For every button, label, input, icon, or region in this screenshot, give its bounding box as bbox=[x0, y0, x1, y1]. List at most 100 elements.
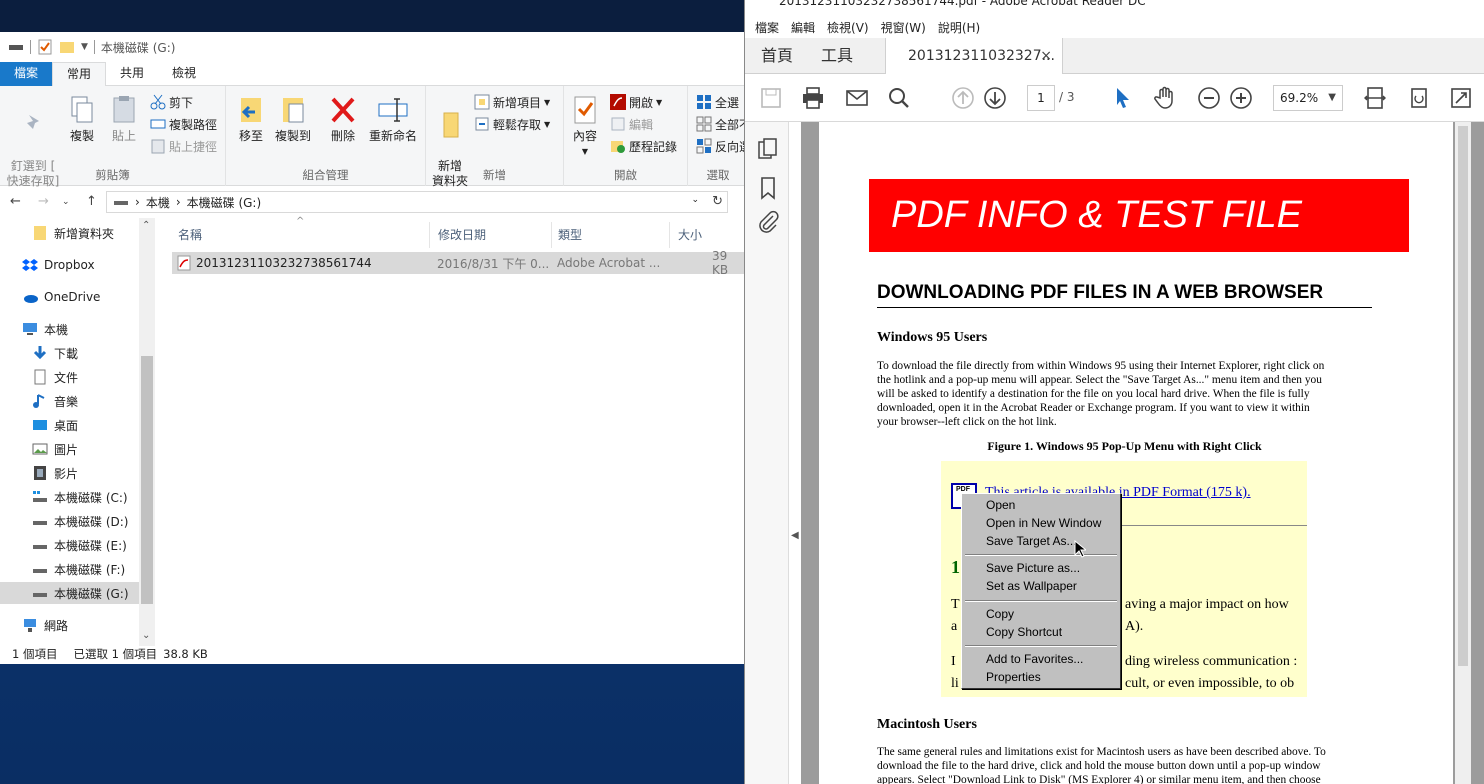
scroll-up-icon[interactable]: ⌃ bbox=[142, 220, 150, 231]
nav-item-music[interactable]: 音樂 bbox=[0, 390, 139, 412]
properties-button[interactable]: 內容 ▼ bbox=[568, 94, 602, 159]
menu-file[interactable]: 檔案 bbox=[755, 19, 779, 36]
tab-view[interactable]: 檢視 bbox=[158, 62, 210, 86]
next-page-icon[interactable] bbox=[983, 86, 1007, 110]
column-header-size[interactable]: 大小 bbox=[672, 222, 744, 248]
copy-button[interactable]: 複製 bbox=[64, 94, 100, 144]
document-scrollbar[interactable] bbox=[1455, 122, 1471, 784]
document-view: PDF INFO & TEST FILE DOWNLOADING PDF FIL… bbox=[801, 122, 1484, 784]
tab-tools[interactable]: 工具 bbox=[821, 38, 853, 74]
close-tab-icon[interactable]: × bbox=[1040, 38, 1052, 74]
column-header-name[interactable]: 名稱 bbox=[172, 222, 430, 248]
delete-button[interactable]: 刪除 bbox=[326, 94, 360, 144]
nav-item-pictures[interactable]: 圖片 bbox=[0, 438, 139, 460]
tab-share[interactable]: 共用 bbox=[106, 62, 158, 86]
collapse-panel-arrow-icon[interactable]: ◀ bbox=[791, 530, 799, 550]
invert-selection-button[interactable]: 反向選 bbox=[696, 136, 744, 156]
refresh-icon[interactable]: ↻ bbox=[712, 194, 723, 209]
nav-pane-scrollbar[interactable]: ⌃ ⌄ bbox=[139, 218, 155, 646]
page-number-input[interactable]: 1 bbox=[1027, 85, 1055, 111]
breadcrumb-pc[interactable]: 本機 bbox=[146, 194, 170, 211]
nav-item-videos[interactable]: 影片 bbox=[0, 462, 139, 484]
select-cursor-icon[interactable] bbox=[1111, 86, 1135, 110]
fit-width-icon[interactable] bbox=[1363, 86, 1387, 110]
zoom-in-icon[interactable] bbox=[1229, 86, 1253, 110]
nav-item-drive-f[interactable]: 本機磁碟 (F:) bbox=[0, 558, 139, 580]
edit-button[interactable]: 編輯 bbox=[610, 114, 653, 134]
nav-item-drive-g[interactable]: 本機磁碟 (G:) bbox=[0, 582, 139, 604]
drive-icon bbox=[32, 513, 48, 529]
nav-item-drive-e[interactable]: 本機磁碟 (E:) bbox=[0, 534, 139, 556]
tab-file[interactable]: 檔案 bbox=[0, 62, 53, 86]
nav-item-new-folder[interactable]: 新增資料夾 bbox=[0, 222, 139, 244]
nav-item-this-pc[interactable]: 本機 bbox=[0, 318, 139, 340]
drive-icon bbox=[8, 39, 24, 55]
pdf-mac-paragraph: The same general rules and limitations e… bbox=[877, 746, 1326, 784]
recent-dropdown-icon[interactable]: ⌄ bbox=[62, 197, 70, 207]
column-header-date[interactable]: 修改日期 bbox=[432, 222, 552, 248]
picture-icon bbox=[32, 441, 48, 457]
nav-item-desktop[interactable]: 桌面 bbox=[0, 414, 139, 436]
nav-item-onedrive[interactable]: OneDrive bbox=[0, 286, 139, 308]
pages-thumbnail-icon[interactable] bbox=[757, 138, 779, 165]
previous-page-icon[interactable] bbox=[951, 86, 975, 110]
ribbon: 釘選到 [ 快速存取] 複製 貼上 剪下 複製路徑 貼上捷徑 剪貼簿 移至 複製… bbox=[0, 86, 744, 188]
easy-access-button[interactable]: 輕鬆存取 ▼ bbox=[474, 114, 550, 134]
rename-button[interactable]: 重新命名 bbox=[364, 94, 422, 144]
save-icon[interactable] bbox=[759, 86, 783, 110]
scrollbar-thumb[interactable] bbox=[141, 356, 153, 604]
attachment-icon[interactable] bbox=[757, 210, 779, 237]
copy-path-button[interactable]: 複製路徑 bbox=[150, 114, 217, 134]
select-none-button[interactable]: 全部不 bbox=[696, 114, 744, 134]
nav-item-drive-c[interactable]: 本機磁碟 (C:) bbox=[0, 486, 139, 508]
menu-view[interactable]: 檢視(V) bbox=[827, 19, 869, 36]
video-icon bbox=[32, 465, 48, 481]
zoom-level-select[interactable]: 69.2% ▼ bbox=[1273, 85, 1343, 111]
tab-document[interactable]: 201312311032327... × bbox=[885, 38, 1063, 75]
move-to-button[interactable]: 移至 bbox=[234, 94, 268, 144]
quick-access-toolbar: ▼ 本機磁碟 (G:) bbox=[0, 32, 744, 62]
new-item-button[interactable]: 新增項目 ▼ bbox=[474, 92, 550, 112]
address-dropdown-icon[interactable]: ⌄ bbox=[691, 195, 699, 205]
full-screen-icon[interactable] bbox=[1449, 86, 1473, 110]
rotate-page-icon[interactable] bbox=[1407, 86, 1431, 110]
qat-dropdown-icon[interactable]: ▼ bbox=[81, 42, 88, 52]
forward-arrow-icon[interactable]: → bbox=[38, 194, 49, 209]
hand-tool-icon[interactable] bbox=[1153, 86, 1177, 110]
history-button[interactable]: 歷程記錄 bbox=[610, 136, 677, 156]
tab-home[interactable]: 首頁 bbox=[761, 38, 793, 74]
copy-to-button[interactable]: 複製到 bbox=[272, 94, 314, 144]
paste-button[interactable]: 貼上 bbox=[104, 94, 144, 144]
bookmark-icon[interactable] bbox=[759, 176, 777, 203]
address-box[interactable]: › 本機 › 本機磁碟 (G:) ⌄ ↻ bbox=[106, 191, 728, 213]
column-header-type[interactable]: 類型 bbox=[552, 222, 670, 248]
nav-item-documents[interactable]: 文件 bbox=[0, 366, 139, 388]
search-icon[interactable] bbox=[887, 86, 911, 110]
window-title: 本機磁碟 (G:) bbox=[100, 40, 176, 55]
scroll-down-icon[interactable]: ⌄ bbox=[142, 630, 150, 641]
paste-shortcut-button[interactable]: 貼上捷徑 bbox=[150, 136, 217, 156]
table-row[interactable]: 20131231103232738561744 2016/8/31 下午 0..… bbox=[172, 249, 744, 277]
zoom-out-icon[interactable] bbox=[1197, 86, 1221, 110]
cut-button[interactable]: 剪下 bbox=[150, 92, 193, 112]
nav-item-drive-d[interactable]: 本機磁碟 (D:) bbox=[0, 510, 139, 532]
email-icon[interactable] bbox=[845, 86, 869, 110]
scrollbar-thumb[interactable] bbox=[1458, 126, 1468, 666]
print-icon[interactable] bbox=[801, 86, 825, 110]
back-arrow-icon[interactable]: ← bbox=[10, 194, 21, 209]
group-open: 內容 ▼ 開啟 ▼ 編輯 歷程記錄 開啟 bbox=[564, 86, 688, 186]
properties-check-icon[interactable] bbox=[37, 39, 53, 55]
paste-shortcut-icon bbox=[150, 138, 166, 154]
open-button[interactable]: 開啟 ▼ bbox=[610, 92, 662, 112]
nav-item-dropbox[interactable]: Dropbox bbox=[0, 254, 139, 276]
breadcrumb-drive[interactable]: 本機磁碟 (G:) bbox=[187, 194, 262, 211]
nav-item-network[interactable]: 網路 bbox=[0, 614, 139, 636]
new-folder-icon[interactable] bbox=[59, 39, 75, 55]
menu-help[interactable]: 說明(H) bbox=[938, 19, 980, 36]
tab-home[interactable]: 常用 bbox=[52, 62, 107, 86]
menu-edit[interactable]: 編輯 bbox=[791, 19, 815, 36]
nav-item-downloads[interactable]: 下載 bbox=[0, 342, 139, 364]
menu-window[interactable]: 視窗(W) bbox=[881, 19, 926, 36]
up-arrow-icon[interactable]: ↑ bbox=[86, 194, 97, 209]
select-all-button[interactable]: 全選 bbox=[696, 92, 739, 112]
